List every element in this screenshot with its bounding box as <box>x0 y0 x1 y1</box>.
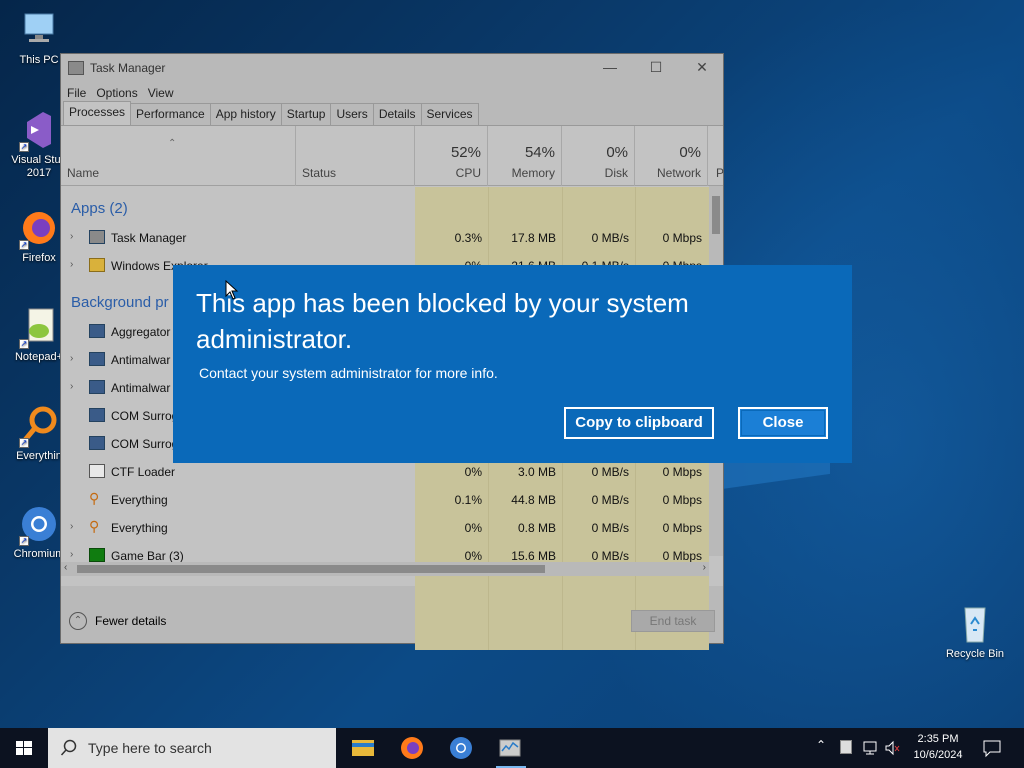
group-header-apps[interactable]: Apps (2) <box>71 200 128 217</box>
process-icon <box>89 380 105 394</box>
search-placeholder: Type here to search <box>88 740 212 756</box>
close-window-button[interactable]: ✕ <box>679 59 725 76</box>
tab-processes[interactable]: Processes <box>63 101 132 125</box>
expand-chevron-icon[interactable]: › <box>70 259 73 270</box>
expand-chevron-icon[interactable]: › <box>70 549 73 560</box>
column-memory[interactable]: 54% Memory <box>488 126 562 186</box>
network-icon[interactable] <box>862 740 880 768</box>
everything-search-icon: ⚲ <box>89 518 100 534</box>
copy-to-clipboard-button[interactable]: Copy to clipboard <box>564 407 714 439</box>
file-explorer-icon[interactable] <box>348 734 378 762</box>
menu-bar: File Options View <box>61 82 723 104</box>
folder-icon <box>89 258 105 272</box>
close-button[interactable]: Close <box>738 407 828 439</box>
column-disk[interactable]: 0% Disk <box>562 126 635 186</box>
clock-date: 10/6/2024 <box>913 749 963 761</box>
footer: ⌃ Fewer details End task <box>61 599 723 643</box>
clock-time: 2:35 PM <box>917 733 959 745</box>
taskbar-search-box[interactable]: Type here to search <box>48 728 336 768</box>
fewer-details-link[interactable]: Fewer details <box>95 614 166 628</box>
expand-chevron-icon[interactable]: › <box>70 353 73 364</box>
column-power[interactable]: P <box>708 126 724 186</box>
task-manager-icon[interactable] <box>495 734 525 762</box>
dialog-title: This app has been blocked by your system… <box>196 288 689 354</box>
column-headers: ⌃ Name Status 52% CPU 54% Memory 0% Disk… <box>61 126 724 186</box>
scroll-right-icon[interactable]: › <box>703 562 706 573</box>
everything-search-icon: ↗ <box>17 404 61 448</box>
chevron-up-icon[interactable]: ⌃ <box>816 738 826 768</box>
recycle-bin-icon <box>953 602 997 646</box>
shortcut-arrow-icon: ↗ <box>19 142 29 152</box>
table-row[interactable]: › ⚲ Everything 0% 0.8 MB 0 MB/s 0 Mbps <box>61 514 709 542</box>
task-manager-icon <box>89 230 105 244</box>
game-bar-icon <box>89 548 105 562</box>
expand-chevron-icon[interactable]: › <box>70 231 73 242</box>
tab-bar: Processes Performance App history Startu… <box>61 101 723 126</box>
shortcut-arrow-icon: ↗ <box>19 438 29 448</box>
column-cpu[interactable]: 52% CPU <box>415 126 488 186</box>
desktop-icon-label: Recycle Bin <box>945 648 1005 660</box>
title-bar[interactable]: Task Manager — ☐ ✕ <box>61 54 723 82</box>
expand-chevron-icon[interactable]: › <box>70 381 73 392</box>
tab-startup[interactable]: Startup <box>280 103 332 125</box>
tab-users[interactable]: Users <box>330 103 374 125</box>
tab-app-history[interactable]: App history <box>209 103 282 125</box>
chromium-icon: ↗ <box>17 502 61 546</box>
search-icon <box>60 739 77 756</box>
end-task-button[interactable]: End task <box>631 610 715 632</box>
table-row[interactable]: ⚲ Everything 0.1% 44.8 MB 0 MB/s 0 Mbps <box>61 486 709 514</box>
tab-performance[interactable]: Performance <box>130 103 211 125</box>
window-title: Task Manager <box>90 61 166 75</box>
process-icon <box>89 436 105 450</box>
tab-details[interactable]: Details <box>372 103 422 125</box>
shortcut-arrow-icon: ↗ <box>19 339 29 349</box>
process-icon <box>89 324 105 338</box>
minimize-button[interactable]: — <box>587 59 633 75</box>
process-icon <box>89 408 105 422</box>
taskbar: Type here to search ⌃ 2:35 PM 10/6/2024 <box>0 728 1024 768</box>
task-manager-icon <box>68 61 84 75</box>
mouse-cursor-icon <box>225 280 239 300</box>
scrollbar-thumb[interactable] <box>77 565 545 573</box>
system-clock[interactable]: 2:35 PM 10/6/2024 <box>905 731 971 763</box>
start-button[interactable] <box>0 728 48 768</box>
menu-file[interactable]: File <box>67 86 86 100</box>
process-icon <box>89 352 105 366</box>
column-network[interactable]: 0% Network <box>635 126 708 186</box>
desktop-icon-recycle-bin[interactable]: Recycle Bin <box>940 602 1010 661</box>
computer-icon <box>17 8 61 52</box>
chromium-icon[interactable] <box>446 734 476 762</box>
firefox-icon: ↗ <box>17 206 61 250</box>
action-center-icon[interactable] <box>982 738 1002 768</box>
group-header-background[interactable]: Background pr <box>71 294 169 311</box>
shortcut-arrow-icon: ↗ <box>19 240 29 250</box>
windows-logo-icon <box>16 741 32 755</box>
menu-options[interactable]: Options <box>96 86 137 100</box>
column-name[interactable]: ⌃ Name <box>61 126 296 186</box>
table-row[interactable]: › Task Manager 0.3% 17.8 MB 0 MB/s 0 Mbp… <box>61 224 709 252</box>
tab-services[interactable]: Services <box>420 103 479 125</box>
maximize-button[interactable]: ☐ <box>633 59 679 76</box>
everything-search-icon: ⚲ <box>89 490 100 506</box>
dialog-message: Contact your system administrator for mo… <box>199 365 498 381</box>
scroll-left-icon[interactable]: ‹ <box>64 562 67 573</box>
horizontal-scrollbar[interactable]: ‹ › <box>61 562 709 576</box>
firefox-icon[interactable] <box>397 734 427 762</box>
visual-studio-icon: ↗ <box>17 108 61 152</box>
chevron-up-icon[interactable]: ⌃ <box>69 612 87 630</box>
column-status[interactable]: Status <box>296 126 415 186</box>
sort-up-icon: ⌃ <box>168 138 177 149</box>
blocked-app-dialog: This app has been blocked by your system… <box>173 265 852 463</box>
battery-icon[interactable] <box>840 740 852 754</box>
shortcut-arrow-icon: ↗ <box>19 536 29 546</box>
expand-chevron-icon[interactable]: › <box>70 521 73 532</box>
scrollbar-thumb[interactable] <box>712 196 720 234</box>
notepad-plus-icon: ↗ <box>17 305 61 349</box>
volume-muted-icon[interactable] <box>884 740 902 768</box>
menu-view[interactable]: View <box>148 86 174 100</box>
pen-icon <box>89 464 105 478</box>
